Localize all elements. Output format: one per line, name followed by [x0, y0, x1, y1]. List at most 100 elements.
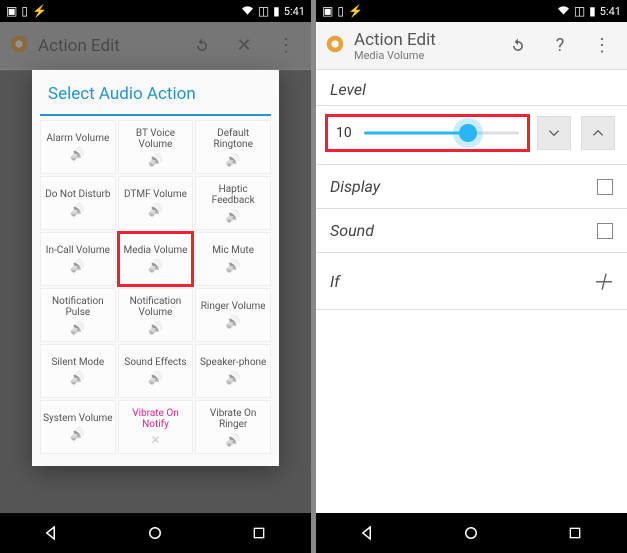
no-sim-icon: ◫: [258, 5, 269, 17]
clock-text: 5:41: [600, 5, 621, 18]
audio-action-label: In-Call Volume: [46, 245, 110, 256]
audio-action-cell[interactable]: Silent Mode 🔊: [40, 344, 116, 398]
audio-action-label: Sound Effects: [124, 357, 186, 368]
help-button[interactable]: ?: [543, 29, 577, 63]
clock-text: 5:41: [284, 5, 305, 18]
page-subtitle: Media Volume: [354, 49, 493, 62]
volume-icon: 🔊: [226, 371, 241, 385]
audio-action-cell[interactable]: Media Volume 🔊: [118, 232, 194, 286]
audio-action-label: Vibrate On Notify: [121, 408, 191, 430]
display-checkbox[interactable]: [597, 179, 613, 195]
audio-action-label: Default Ringtone: [198, 128, 268, 150]
volume-icon: 🔊: [70, 427, 85, 441]
status-bar: ▣ ▯ ⚡ ◫ ▮ 5:41: [0, 0, 311, 22]
nav-back-button[interactable]: [41, 522, 63, 544]
audio-action-label: Speaker-phone: [200, 357, 266, 368]
dialog-title: Select Audio Action: [40, 82, 271, 116]
audio-action-label: Alarm Volume: [46, 133, 109, 144]
level-increment-button[interactable]: [581, 116, 615, 150]
volume-icon: 🔊: [148, 321, 163, 335]
sim-icon: ▯: [21, 5, 28, 17]
audio-action-cell[interactable]: Speaker-phone 🔊: [195, 344, 271, 398]
audio-action-label: Mic Mute: [212, 245, 254, 256]
wifi-icon: [557, 5, 570, 18]
volume-icon: 🔊: [226, 209, 241, 223]
audio-action-label: Media Volume: [124, 245, 188, 256]
add-condition-icon[interactable]: ＋: [591, 265, 613, 297]
nav-home-button[interactable]: [460, 522, 482, 544]
volume-icon: 🔊: [70, 147, 85, 161]
volume-icon: 🔊: [148, 153, 163, 167]
audio-action-label: Notification Volume: [121, 296, 191, 318]
audio-action-cell[interactable]: Alarm Volume 🔊: [40, 120, 116, 174]
nav-bar: [0, 513, 311, 553]
audio-action-label: Vibrate On Ringer: [198, 408, 268, 430]
audio-action-cell[interactable]: System Volume 🔊: [40, 400, 116, 454]
audio-action-cell[interactable]: Vibrate On Notify ✕: [118, 400, 194, 454]
level-decrement-button[interactable]: [537, 116, 571, 150]
if-row[interactable]: If ＋: [316, 253, 627, 310]
volume-icon: 🔊: [226, 433, 241, 447]
volume-icon: 🔊: [226, 315, 241, 329]
volume-icon: 🔊: [226, 259, 241, 273]
app-bar: Action Edit Media Volume ? ⋮: [316, 22, 627, 70]
level-slider[interactable]: [364, 123, 519, 143]
battery-icon: ▮: [589, 5, 596, 17]
volume-icon: 🔊: [70, 203, 85, 217]
image-icon: ▣: [322, 5, 333, 17]
nav-recent-button[interactable]: [248, 522, 270, 544]
page-title: Action Edit: [354, 30, 493, 50]
audio-action-label: BT Voice Volume: [121, 128, 191, 150]
wifi-icon: [241, 5, 254, 18]
nav-bar: [316, 513, 627, 553]
display-label: Display: [330, 177, 380, 196]
bolt-icon: ⚡: [32, 5, 47, 17]
volume-icon: 🔊: [70, 371, 85, 385]
level-value: 10: [336, 125, 356, 141]
volume-icon: 🔊: [148, 259, 163, 273]
audio-action-cell[interactable]: Haptic Feedback 🔊: [195, 176, 271, 230]
select-audio-action-dialog: Select Audio Action Alarm Volume🔊BT Voic…: [32, 70, 279, 466]
nav-back-button[interactable]: [357, 522, 379, 544]
overflow-menu-button[interactable]: ⋮: [585, 29, 619, 63]
audio-action-cell[interactable]: Vibrate On Ringer 🔊: [195, 400, 271, 454]
audio-action-label: Ringer Volume: [201, 301, 266, 312]
audio-action-label: Silent Mode: [51, 357, 104, 368]
volume-icon: 🔊: [70, 259, 85, 273]
nav-recent-button[interactable]: [564, 522, 586, 544]
audio-action-cell[interactable]: BT Voice Volume 🔊: [118, 120, 194, 174]
audio-action-label: Notification Pulse: [43, 296, 113, 318]
no-sim-icon: ◫: [574, 5, 585, 17]
display-row[interactable]: Display: [316, 165, 627, 209]
audio-action-cell[interactable]: Do Not Disturb 🔊: [40, 176, 116, 230]
level-slider-group: 10: [328, 117, 527, 149]
audio-action-cell[interactable]: Sound Effects 🔊: [118, 344, 194, 398]
volume-icon: 🔊: [226, 153, 241, 167]
bolt-icon: ⚡: [348, 5, 363, 17]
level-label: Level: [316, 70, 627, 106]
volume-icon: 🔊: [148, 371, 163, 385]
audio-action-cell[interactable]: Mic Mute 🔊: [195, 232, 271, 286]
audio-action-label: System Volume: [43, 413, 113, 424]
audio-action-cell[interactable]: Default Ringtone 🔊: [195, 120, 271, 174]
audio-action-cell[interactable]: In-Call Volume 🔊: [40, 232, 116, 286]
image-icon: ▣: [6, 5, 17, 17]
status-bar: ▣ ▯ ⚡ ◫ ▮ 5:41: [316, 0, 627, 22]
audio-action-label: Do Not Disturb: [45, 189, 110, 200]
sim-icon: ▯: [337, 5, 344, 17]
audio-action-cell[interactable]: Notification Pulse 🔊: [40, 288, 116, 342]
audio-action-cell[interactable]: DTMF Volume🔊: [118, 176, 194, 230]
refresh-button[interactable]: [501, 29, 535, 63]
audio-action-cell[interactable]: Notification Volume 🔊: [118, 288, 194, 342]
volume-icon: 🔊: [148, 203, 163, 217]
if-label: If: [330, 272, 340, 291]
audio-action-label: Haptic Feedback: [198, 184, 268, 206]
close-icon: ✕: [150, 433, 160, 447]
nav-home-button[interactable]: [144, 522, 166, 544]
app-icon: [324, 33, 346, 59]
volume-icon: 🔊: [70, 321, 85, 335]
sound-checkbox[interactable]: [597, 223, 613, 239]
sound-row[interactable]: Sound: [316, 209, 627, 253]
battery-icon: ▮: [273, 5, 280, 17]
audio-action-cell[interactable]: Ringer Volume 🔊: [195, 288, 271, 342]
